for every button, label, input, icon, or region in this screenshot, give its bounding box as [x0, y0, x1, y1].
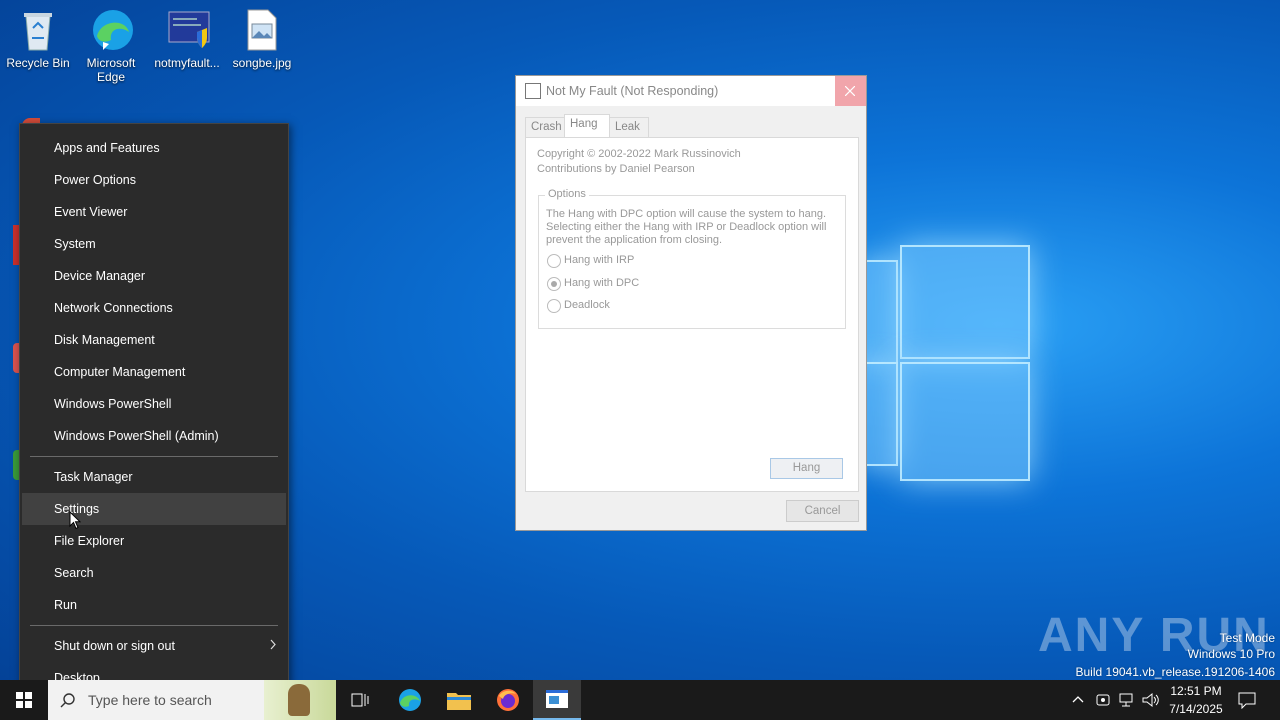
mouse-cursor-icon — [69, 511, 81, 530]
menu-item-apps-and-features[interactable]: Apps and Features — [22, 132, 286, 164]
tab-hang[interactable]: Hang — [564, 114, 610, 139]
image-file-icon — [242, 8, 282, 52]
menu-item-power-options[interactable]: Power Options — [22, 164, 286, 196]
radio-deadlock[interactable]: Deadlock — [539, 299, 839, 315]
radio-hang-with-dpc[interactable]: Hang with DPC — [539, 277, 839, 293]
recycle-bin-icon — [18, 8, 58, 52]
radio-button-selected[interactable] — [547, 277, 561, 291]
search-highlight-image — [264, 680, 336, 720]
action-center-icon[interactable] — [1238, 691, 1256, 709]
menu-item-settings[interactable]: Settings — [22, 493, 286, 525]
edge-icon — [399, 689, 421, 711]
tab-leak[interactable]: Leak — [609, 117, 649, 138]
task-view-icon — [351, 693, 369, 707]
menu-item-network-connections[interactable]: Network Connections — [22, 292, 286, 324]
desktop-icon-notmyfault[interactable]: notmyfault... — [149, 8, 225, 70]
menu-item-task-manager[interactable]: Task Manager — [22, 461, 286, 493]
desktop-icon-recycle-bin[interactable]: Recycle Bin — [0, 8, 76, 70]
menu-item-windows-powershell[interactable]: Windows PowerShell — [22, 388, 286, 420]
winx-context-menu: Apps and Features Power Options Event Vi… — [19, 123, 289, 703]
options-groupbox: Options The Hang with DPC option will ca… — [538, 188, 846, 329]
network-icon[interactable] — [1119, 692, 1135, 708]
chevron-right-icon — [270, 639, 276, 650]
menu-item-computer-management[interactable]: Computer Management — [22, 356, 286, 388]
radio-button[interactable] — [547, 299, 561, 313]
watermark-test-mode: Test Mode — [1219, 631, 1275, 645]
firefox-icon — [497, 689, 519, 711]
window-title: Not My Fault (Not Responding) — [546, 84, 719, 98]
menu-item-disk-management[interactable]: Disk Management — [22, 324, 286, 356]
close-icon — [845, 86, 855, 96]
hang-tab-panel: Copyright © 2002-2022 Mark Russinovich C… — [525, 137, 859, 492]
radio-button[interactable] — [547, 254, 561, 268]
radio-hang-with-irp[interactable]: Hang with IRP — [539, 254, 839, 270]
desktop-icon-songbe-jpg[interactable]: songbe.jpg — [224, 8, 300, 70]
chevron-up-icon[interactable] — [1072, 695, 1084, 703]
tab-crash[interactable]: Crash — [525, 117, 565, 138]
options-description: The Hang with DPC option will cause the … — [546, 208, 827, 246]
taskbar-file-explorer[interactable] — [435, 680, 483, 720]
hang-button[interactable]: Hang — [770, 458, 843, 479]
volume-icon[interactable] — [1142, 692, 1160, 708]
taskbar-clock-time[interactable]: 12:51 PM — [1170, 684, 1222, 698]
watermark-build: Build 19041.vb_release.191206-1406 — [1075, 665, 1276, 679]
desktop-icon-edge[interactable]: Microsoft Edge — [73, 8, 149, 84]
menu-item-shut-down-or-sign-out[interactable]: Shut down or sign out — [22, 630, 286, 662]
taskbar-clock-date[interactable]: 7/14/2025 — [1166, 702, 1226, 716]
menu-item-windows-powershell-admin[interactable]: Windows PowerShell (Admin) — [22, 420, 286, 452]
menu-item-search[interactable]: Search — [22, 557, 286, 589]
notmyfault-app-icon — [167, 8, 210, 52]
copyright-text: Copyright © 2002-2022 Mark Russinovich — [537, 148, 741, 160]
edge-icon — [91, 8, 133, 52]
taskbar: Type here to search 12:51 PM 7/14/2025 — [0, 680, 1280, 720]
menu-item-system[interactable]: System — [22, 228, 286, 260]
window-titlebar[interactable]: Not My Fault (Not Responding) — [516, 76, 866, 106]
menu-item-event-viewer[interactable]: Event Viewer — [22, 196, 286, 228]
taskbar-firefox[interactable] — [484, 680, 532, 720]
close-button[interactable] — [835, 76, 866, 106]
contributions-text: Contributions by Daniel Pearson — [537, 163, 695, 175]
app-window-icon — [525, 83, 541, 99]
folder-icon — [447, 693, 471, 710]
menu-item-file-explorer[interactable]: File Explorer — [22, 525, 286, 557]
cancel-button[interactable]: Cancel — [786, 500, 859, 522]
wallpaper-windows-logo — [862, 240, 1032, 485]
watermark-edition: Windows 10 Pro — [1187, 647, 1275, 661]
menu-item-device-manager[interactable]: Device Manager — [22, 260, 286, 292]
menu-separator — [30, 625, 278, 626]
taskbar-edge[interactable] — [386, 680, 434, 720]
notmyfault-app-icon — [546, 690, 568, 708]
notmyfault-window: Not My Fault (Not Responding) Crash Hang… — [515, 75, 867, 531]
menu-separator — [30, 456, 278, 457]
taskbar-notmyfault[interactable] — [533, 680, 581, 720]
task-view-button[interactable] — [336, 680, 384, 720]
windows-start-icon — [16, 692, 32, 708]
menu-item-run[interactable]: Run — [22, 589, 286, 621]
taskbar-search-box[interactable]: Type here to search — [48, 680, 336, 720]
options-label: Options — [545, 188, 589, 200]
meet-now-icon[interactable] — [1096, 692, 1110, 708]
search-icon — [60, 693, 75, 708]
start-button[interactable] — [0, 680, 48, 720]
